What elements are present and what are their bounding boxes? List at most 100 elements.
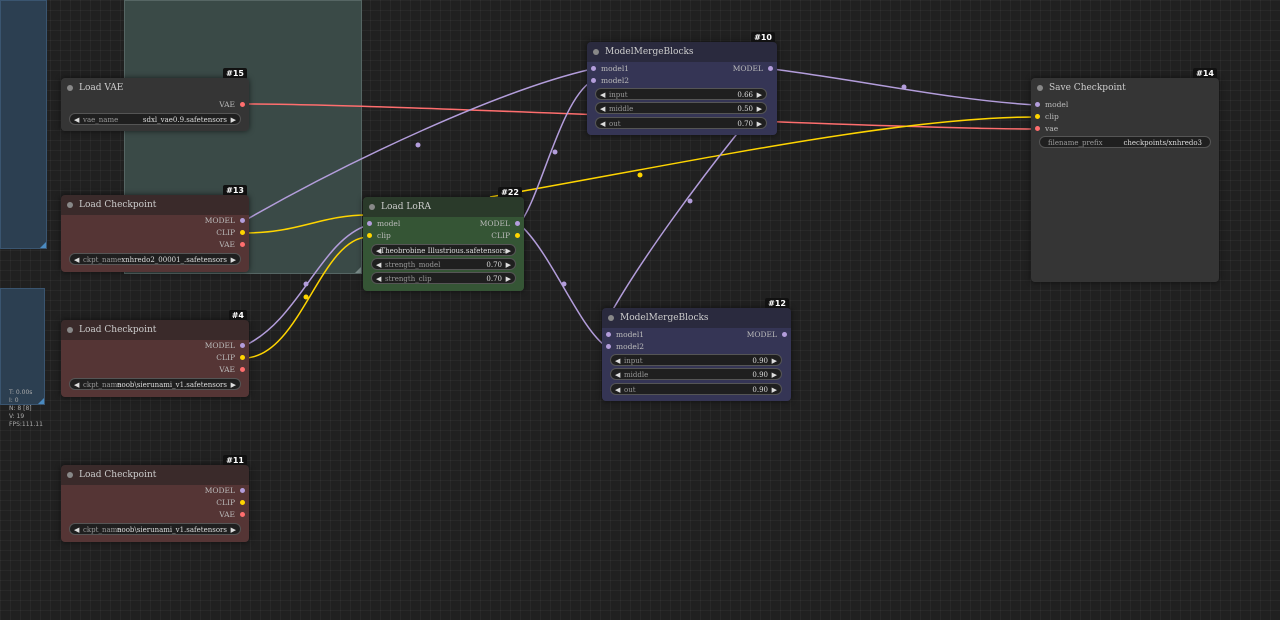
model-pin-icon[interactable]: [768, 66, 773, 71]
clip-pin-icon[interactable]: [367, 233, 372, 238]
model-pin-icon[interactable]: [515, 221, 520, 226]
arrow-right-icon[interactable]: ▶: [506, 245, 511, 257]
arrow-right-icon[interactable]: ▶: [231, 254, 236, 266]
output-vae[interactable]: VAE: [219, 99, 249, 111]
collapse-dot-icon[interactable]: [67, 472, 73, 478]
output-clip[interactable]: CLIP: [491, 230, 524, 242]
arrow-left-icon[interactable]: ◀: [74, 114, 79, 126]
clip-pin-icon[interactable]: [240, 500, 245, 505]
arrow-left-icon[interactable]: ◀: [74, 524, 79, 536]
group-blue-bottom[interactable]: [0, 288, 45, 405]
arrow-left-icon[interactable]: ◀: [615, 355, 620, 367]
clip-pin-icon[interactable]: [515, 233, 520, 238]
node-title[interactable]: Load LoRA: [363, 197, 524, 217]
group-blue-top[interactable]: [0, 0, 47, 249]
input-model[interactable]: model: [1031, 99, 1068, 111]
node-title[interactable]: Load Checkpoint: [61, 465, 249, 485]
node-title[interactable]: Save Checkpoint: [1031, 78, 1219, 98]
ckpt-name-select[interactable]: ◀ ckpt_name noob\sierunami_v1.safetensor…: [69, 378, 241, 390]
strength-clip-input[interactable]: ◀ strength_clip 0.70 ▶: [371, 272, 516, 284]
input-weight-input[interactable]: ◀ input 0.66 ▶: [595, 88, 767, 100]
collapse-dot-icon[interactable]: [369, 204, 375, 210]
output-clip[interactable]: CLIP: [216, 352, 249, 364]
vae-pin-icon[interactable]: [240, 102, 245, 107]
output-vae[interactable]: VAE: [219, 509, 249, 521]
node-title[interactable]: ModelMergeBlocks: [587, 42, 777, 62]
arrow-right-icon[interactable]: ▶: [772, 355, 777, 367]
vae-pin-icon[interactable]: [240, 242, 245, 247]
output-vae[interactable]: VAE: [219, 239, 249, 251]
middle-weight-input[interactable]: ◀ middle 0.90 ▶: [610, 368, 782, 380]
node-model-merge-blocks-10[interactable]: #10 ModelMergeBlocks model1 model2 MODEL…: [587, 32, 777, 135]
output-model[interactable]: MODEL: [747, 329, 791, 341]
group-resize-handle[interactable]: [40, 242, 46, 248]
node-load-vae[interactable]: #15 Load VAE VAE ◀ vae_name sdxl_vae0.9.…: [61, 68, 249, 131]
arrow-right-icon[interactable]: ▶: [772, 369, 777, 381]
arrow-right-icon[interactable]: ▶: [231, 114, 236, 126]
arrow-right-icon[interactable]: ▶: [757, 89, 762, 101]
model-pin-icon[interactable]: [782, 332, 787, 337]
collapse-dot-icon[interactable]: [67, 85, 73, 91]
arrow-left-icon[interactable]: ◀: [74, 254, 79, 266]
clip-pin-icon[interactable]: [1035, 114, 1040, 119]
node-load-lora[interactable]: #22 Load LoRA model clip MODEL CLIP ◀ Th…: [363, 187, 524, 291]
vae-pin-icon[interactable]: [1035, 126, 1040, 131]
arrow-left-icon[interactable]: ◀: [600, 89, 605, 101]
arrow-right-icon[interactable]: ▶: [757, 103, 762, 115]
collapse-dot-icon[interactable]: [67, 202, 73, 208]
arrow-left-icon[interactable]: ◀: [615, 384, 620, 396]
clip-pin-icon[interactable]: [240, 230, 245, 235]
input-weight-input[interactable]: ◀ input 0.90 ▶: [610, 354, 782, 366]
vae-name-select[interactable]: ◀ vae_name sdxl_vae0.9.safetensors ▶: [69, 113, 241, 125]
model-pin-icon[interactable]: [240, 343, 245, 348]
input-model1[interactable]: model1: [587, 63, 629, 75]
vae-pin-icon[interactable]: [240, 512, 245, 517]
ckpt-name-select[interactable]: ◀ ckpt_name noob\sierunami_v1.safetensor…: [69, 523, 241, 535]
input-clip[interactable]: clip: [363, 230, 391, 242]
input-model2[interactable]: model2: [587, 75, 629, 87]
strength-model-input[interactable]: ◀ strength_model 0.70 ▶: [371, 258, 516, 270]
node-model-merge-blocks-12[interactable]: #12 ModelMergeBlocks model1 model2 MODEL…: [602, 298, 791, 401]
node-load-checkpoint-13[interactable]: #13 Load Checkpoint MODEL CLIP VAE ◀ ckp…: [61, 185, 249, 272]
model-pin-icon[interactable]: [591, 78, 596, 83]
input-model[interactable]: model: [363, 218, 400, 230]
model-pin-icon[interactable]: [367, 221, 372, 226]
model-pin-icon[interactable]: [606, 332, 611, 337]
arrow-left-icon[interactable]: ◀: [600, 103, 605, 115]
arrow-left-icon[interactable]: ◀: [376, 273, 381, 285]
arrow-right-icon[interactable]: ▶: [506, 273, 511, 285]
collapse-dot-icon[interactable]: [593, 49, 599, 55]
out-weight-input[interactable]: ◀ out 0.90 ▶: [610, 383, 782, 395]
output-vae[interactable]: VAE: [219, 364, 249, 376]
model-pin-icon[interactable]: [591, 66, 596, 71]
input-clip[interactable]: clip: [1031, 111, 1059, 123]
filename-prefix-field[interactable]: filename_prefix checkpoints/xnhredo3: [1039, 136, 1211, 148]
ckpt-name-select[interactable]: ◀ ckpt_name xnhredo2_00001_.safetensors …: [69, 253, 241, 265]
arrow-right-icon[interactable]: ▶: [231, 524, 236, 536]
arrow-right-icon[interactable]: ▶: [772, 384, 777, 396]
model-pin-icon[interactable]: [1035, 102, 1040, 107]
output-model[interactable]: MODEL: [205, 485, 249, 497]
arrow-left-icon[interactable]: ◀: [376, 259, 381, 271]
middle-weight-input[interactable]: ◀ middle 0.50 ▶: [595, 102, 767, 114]
collapse-dot-icon[interactable]: [1037, 85, 1043, 91]
model-pin-icon[interactable]: [606, 344, 611, 349]
out-weight-input[interactable]: ◀ out 0.70 ▶: [595, 117, 767, 129]
input-model1[interactable]: model1: [602, 329, 644, 341]
node-title[interactable]: Load Checkpoint: [61, 320, 249, 340]
vae-pin-icon[interactable]: [240, 367, 245, 372]
output-model[interactable]: MODEL: [480, 218, 524, 230]
output-clip[interactable]: CLIP: [216, 227, 249, 239]
arrow-right-icon[interactable]: ▶: [231, 379, 236, 391]
input-model2[interactable]: model2: [602, 341, 644, 353]
node-title[interactable]: ModelMergeBlocks: [602, 308, 791, 328]
model-pin-icon[interactable]: [240, 218, 245, 223]
arrow-right-icon[interactable]: ▶: [757, 118, 762, 130]
output-model[interactable]: MODEL: [733, 63, 777, 75]
arrow-left-icon[interactable]: ◀: [74, 379, 79, 391]
node-load-checkpoint-11[interactable]: #11 Load Checkpoint MODEL CLIP VAE ◀ ckp…: [61, 455, 249, 542]
collapse-dot-icon[interactable]: [608, 315, 614, 321]
collapse-dot-icon[interactable]: [67, 327, 73, 333]
node-title[interactable]: Load Checkpoint: [61, 195, 249, 215]
output-clip[interactable]: CLIP: [216, 497, 249, 509]
